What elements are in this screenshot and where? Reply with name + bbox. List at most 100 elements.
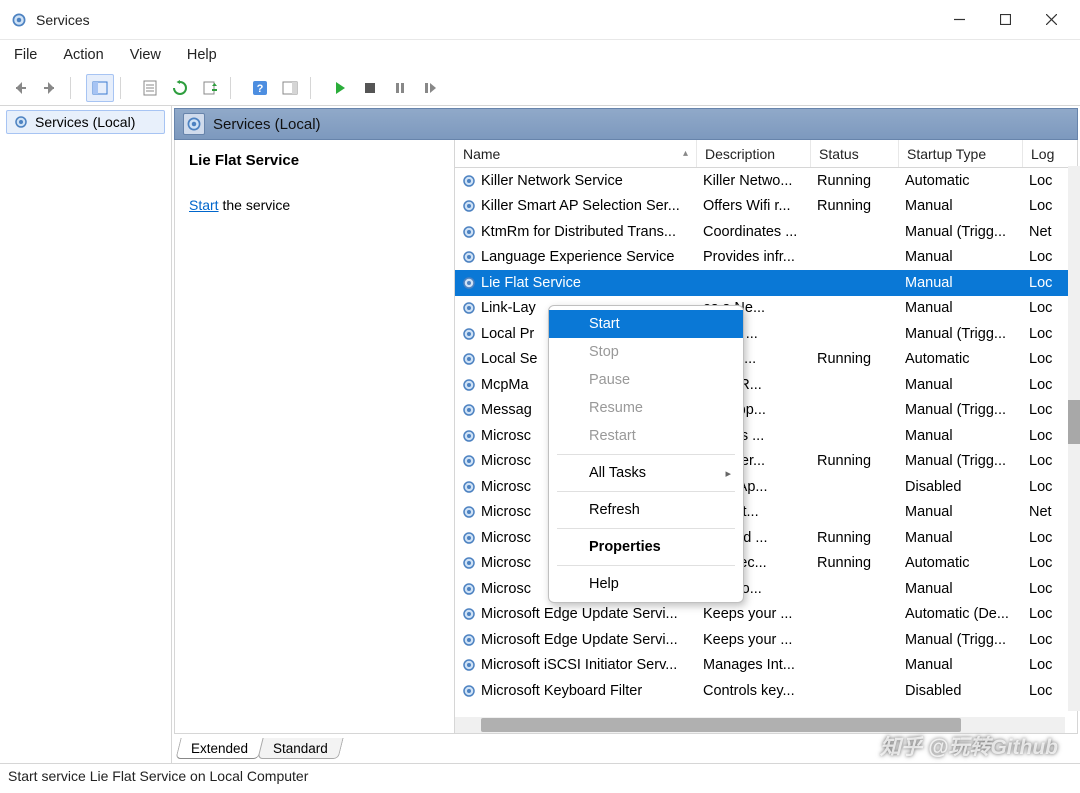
menu-help[interactable]: Help [183,45,221,65]
service-name: Killer Network Service [481,173,623,189]
service-startup: Manual (Trigg... [899,224,1023,240]
service-row[interactable]: KtmRm for Distributed Trans... Coordinate… [455,219,1077,245]
service-logon: Loc [1023,657,1065,673]
col-status[interactable]: Status [811,140,899,167]
service-logon: Loc [1023,606,1065,622]
service-description: Controls key... [697,683,811,699]
gear-icon [461,428,477,444]
start-service-button[interactable] [326,74,354,102]
col-name[interactable]: Name [455,140,697,167]
restart-service-button[interactable] [416,74,444,102]
service-startup: Manual [899,249,1023,265]
menu-view[interactable]: View [126,45,165,65]
help-button[interactable]: ? [246,74,274,102]
ctx-help[interactable]: Help [549,570,743,598]
ctx-all-tasks[interactable]: All Tasks▸ [549,459,743,487]
show-hide-action-pane-button[interactable] [276,74,304,102]
ctx-properties[interactable]: Properties [549,533,743,561]
service-description: Manages Int... [697,657,811,673]
service-row[interactable]: Lie Flat ServiceManualLoc [455,270,1077,296]
maximize-button[interactable] [982,0,1028,40]
status-bar: Start service Lie Flat Service on Local … [0,763,1080,793]
col-startup-type[interactable]: Startup Type [899,140,1023,167]
service-row[interactable]: Killer Smart AP Selection Ser...Offers W… [455,194,1077,220]
service-name: Local Pr [481,326,534,342]
service-status: Running [811,530,899,546]
tab-extended[interactable]: Extended [175,738,263,759]
services-header-title: Services (Local) [213,116,321,133]
forward-button[interactable] [36,74,64,102]
service-logon: Loc [1023,428,1065,444]
service-startup: Manual [899,530,1023,546]
gear-icon [461,530,477,546]
context-menu: Start Stop Pause Resume Restart All Task… [548,305,744,603]
horizontal-scrollbar[interactable] [455,717,1065,733]
start-link[interactable]: Start [189,197,219,213]
title-bar: Services [0,0,1080,40]
service-row[interactable]: Microsoft iSCSI Initiator Serv...Manages… [455,653,1077,679]
service-name: Microsc [481,504,531,520]
service-startup: Manual [899,300,1023,316]
service-startup: Disabled [899,479,1023,495]
service-startup: Manual [899,657,1023,673]
service-row[interactable]: Language Experience ServiceProvides infr… [455,245,1077,271]
col-description[interactable]: Description [697,140,811,167]
minimize-button[interactable] [936,0,982,40]
start-service-line: Start the service [189,197,440,213]
service-name: Microsc [481,530,531,546]
service-status: Running [811,453,899,469]
ctx-start[interactable]: Start [549,310,743,338]
service-name: Microsc [481,581,531,597]
svg-text:?: ? [257,83,264,95]
service-name: Lie Flat Service [481,275,581,291]
service-name: KtmRm for Distributed Trans... [481,224,676,240]
service-logon: Loc [1023,173,1065,189]
service-startup: Manual [899,198,1023,214]
gear-icon [461,377,477,393]
service-name: Local Se [481,351,537,367]
service-description: Keeps your ... [697,606,811,622]
gear-icon [461,300,477,316]
service-row[interactable]: Microsoft Edge Update Servi...Keeps your… [455,602,1077,628]
service-logon: Net [1023,504,1065,520]
service-startup: Manual [899,377,1023,393]
service-startup: Manual [899,581,1023,597]
tree-pane: Services (Local) [0,106,172,763]
service-row[interactable]: Killer Network ServiceKiller Netwo...Run… [455,168,1077,194]
service-logon: Loc [1023,351,1065,367]
service-description: Killer Netwo... [697,173,811,189]
show-hide-tree-button[interactable] [86,74,114,102]
gear-icon [461,606,477,622]
back-button[interactable] [6,74,34,102]
vertical-scrollbar[interactable] [1068,166,1080,711]
service-startup: Manual (Trigg... [899,632,1023,648]
gear-icon [461,224,477,240]
service-description: Coordinates ... [697,224,811,240]
service-logon: Loc [1023,402,1065,418]
toolbar: ? [0,70,1080,106]
gear-icon [461,581,477,597]
tree-services-local[interactable]: Services (Local) [6,110,165,134]
service-logon: Loc [1023,377,1065,393]
stop-service-button[interactable] [356,74,384,102]
service-row[interactable]: Microsoft Edge Update Servi...Keeps your… [455,627,1077,653]
gear-icon [461,249,477,265]
tab-standard[interactable]: Standard [257,738,343,759]
service-startup: Automatic [899,351,1023,367]
service-row[interactable]: Microsoft Keyboard FilterControls key...… [455,678,1077,704]
menu-file[interactable]: File [10,45,41,65]
properties-button[interactable] [136,74,164,102]
gear-icon [185,115,203,133]
service-description: Provides infr... [697,249,811,265]
ctx-refresh[interactable]: Refresh [549,496,743,524]
refresh-button[interactable] [166,74,194,102]
gear-icon [461,326,477,342]
col-log-on-as[interactable]: Log [1023,140,1065,167]
status-text: Start service Lie Flat Service on Local … [8,768,308,784]
service-startup: Manual [899,504,1023,520]
pause-service-button[interactable] [386,74,414,102]
close-button[interactable] [1028,0,1074,40]
service-logon: Loc [1023,275,1065,291]
export-list-button[interactable] [196,74,224,102]
menu-action[interactable]: Action [59,45,107,65]
